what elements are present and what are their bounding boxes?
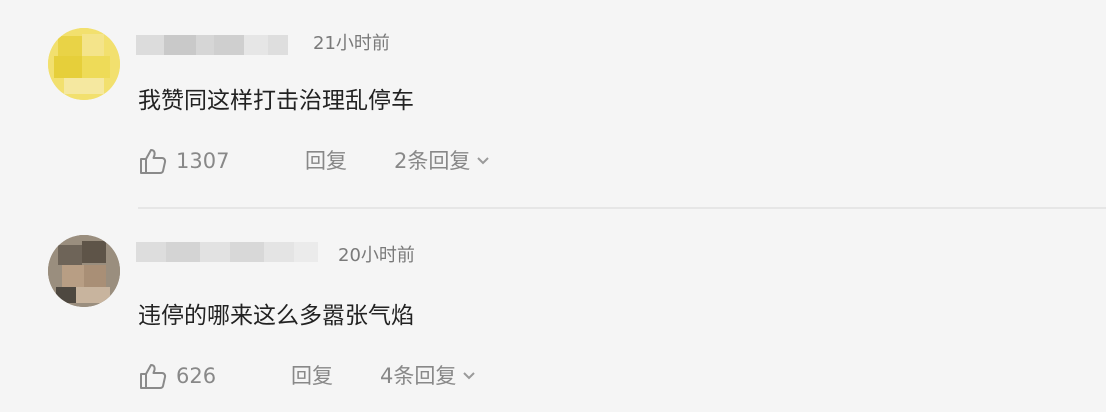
username-redacted[interactable]	[136, 35, 288, 55]
comment-actions: 1307 回复 2条回复	[138, 145, 558, 177]
like-count: 1307	[176, 149, 230, 173]
reply-button[interactable]: 回复	[305, 145, 347, 177]
thumbs-up-icon	[138, 147, 168, 175]
thumbs-up-icon	[138, 362, 168, 390]
avatar[interactable]	[48, 28, 120, 100]
reply-button[interactable]: 回复	[291, 360, 333, 392]
comment-text: 我赞同这样打击治理乱停车	[138, 88, 414, 114]
like-count: 626	[176, 364, 217, 388]
view-replies-button[interactable]: 4条回复	[380, 360, 476, 392]
username-redacted[interactable]	[136, 242, 318, 262]
comment-item: 21小时前 我赞同这样打击治理乱停车 1307 回复 2条回复	[0, 0, 1106, 207]
replies-label: 4条回复	[380, 364, 457, 388]
avatar[interactable]	[48, 235, 120, 307]
view-replies-button[interactable]: 2条回复	[394, 145, 490, 177]
comment-time: 21小时前	[313, 33, 390, 54]
comment-item: 20小时前 违停的哪来这么多嚣张气焰 626 回复 4条回复	[0, 209, 1106, 412]
like-button[interactable]: 1307	[138, 145, 229, 177]
like-button[interactable]: 626	[138, 360, 216, 392]
comment-text: 违停的哪来这么多嚣张气焰	[138, 303, 414, 329]
chevron-down-icon	[456, 371, 476, 381]
replies-label: 2条回复	[394, 149, 471, 173]
comment-actions: 626 回复 4条回复	[138, 360, 558, 392]
comment-time: 20小时前	[338, 245, 415, 266]
comment-section: 21小时前 我赞同这样打击治理乱停车 1307 回复 2条回复 20小时前 违停…	[0, 0, 1106, 412]
chevron-down-icon	[470, 156, 490, 166]
